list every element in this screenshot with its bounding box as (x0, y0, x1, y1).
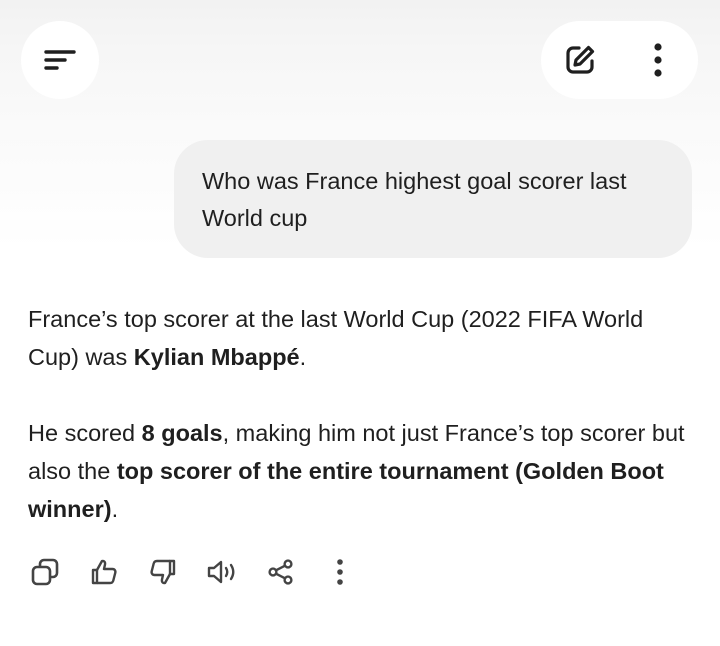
read-aloud-icon (206, 557, 238, 587)
more-vertical-icon (653, 42, 663, 78)
menu-button[interactable] (21, 21, 99, 99)
copy-button[interactable] (18, 548, 72, 596)
thumbs-down-icon (148, 557, 178, 587)
response-bold-text: Kylian Mbappé (133, 344, 300, 370)
response-bold-text: 8 goals (141, 420, 223, 446)
response-text: France’s top scorer at the last World Cu… (28, 306, 644, 370)
assistant-response: France’s top scorer at the last World Cu… (28, 300, 698, 528)
share-button[interactable] (254, 548, 308, 596)
copy-icon (30, 557, 60, 587)
user-message-bubble: Who was France highest goal scorer last … (174, 140, 692, 258)
response-text: He scored (28, 420, 142, 446)
response-paragraph-2: He scored 8 goals, making him not just F… (28, 414, 698, 528)
thumbs-down-button[interactable] (136, 548, 190, 596)
new-chat-button[interactable] (541, 21, 619, 99)
response-text: . (299, 344, 307, 370)
response-action-bar (18, 548, 372, 596)
more-actions-button[interactable] (313, 548, 367, 596)
more-vertical-icon (336, 558, 344, 586)
edit-icon (562, 42, 598, 78)
share-icon (267, 558, 295, 586)
more-options-button[interactable] (619, 21, 697, 99)
response-text: . (111, 496, 119, 522)
thumbs-up-icon (89, 557, 119, 587)
menu-icon (43, 49, 77, 71)
read-aloud-button[interactable] (195, 548, 249, 596)
response-paragraph-1: France’s top scorer at the last World Cu… (28, 300, 698, 376)
user-message-text: Who was France highest goal scorer last … (202, 168, 627, 231)
top-actions-pill (541, 21, 698, 99)
thumbs-up-button[interactable] (77, 548, 131, 596)
response-bold-text: top scorer of the entire tournament (Gol… (28, 458, 664, 522)
